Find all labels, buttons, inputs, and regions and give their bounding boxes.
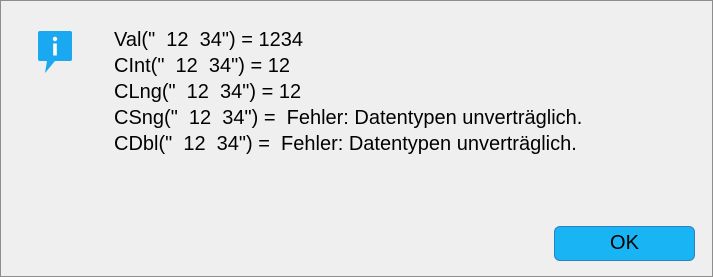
ok-button[interactable]: OK (554, 226, 695, 261)
message-dialog: Val(" 12 34") = 1234 CInt(" 12 34") = 12… (0, 0, 713, 277)
message-line-val: Val(" 12 34") = 1234 (114, 29, 303, 51)
message-line-clng: CLng(" 12 34") = 12 (114, 81, 302, 103)
message-text: Val(" 12 34") = 1234 CInt(" 12 34") = 12… (114, 27, 582, 157)
message-line-csng: CSng(" 12 34") = Fehler: Datentypen unve… (114, 107, 583, 129)
message-line-cdbl: CDbl(" 12 34") = Fehler: Datentypen unve… (114, 133, 577, 155)
info-icon (38, 31, 72, 73)
message-line-cint: CInt(" 12 34") = 12 (114, 55, 290, 77)
